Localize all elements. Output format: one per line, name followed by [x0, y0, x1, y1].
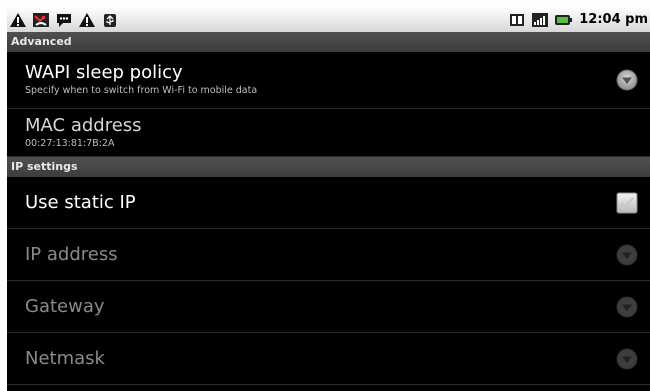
data-connection-icon	[510, 13, 525, 26]
netmask-pref: Netmask	[7, 333, 650, 385]
pref-title: Netmask	[25, 348, 105, 369]
notification-icons	[9, 12, 119, 28]
sms-icon	[57, 13, 71, 27]
status-clock: 12:04 pm	[579, 12, 648, 27]
battery-icon	[555, 14, 573, 25]
pref-summary: Specify when to switch from Wi-Fi to mob…	[25, 85, 258, 96]
section-header-ip-settings: IP settings	[7, 157, 650, 177]
warning-icon	[10, 12, 26, 27]
signal-icon	[532, 12, 549, 27]
dropdown-arrow-icon	[616, 348, 638, 369]
ip-address-pref: IP address	[7, 229, 650, 281]
pref-title: IP address	[25, 244, 118, 265]
dropdown-arrow-icon	[616, 244, 638, 265]
pref-title: WAPI sleep policy	[25, 62, 183, 83]
use-static-ip-pref[interactable]: Use static IP	[7, 177, 650, 229]
missed-call-icon	[33, 12, 49, 27]
usb-debug-icon	[104, 13, 116, 27]
pref-title: Use static IP	[25, 192, 136, 213]
dropdown-arrow-icon	[616, 296, 638, 317]
section-header-advanced: Advanced	[7, 32, 650, 52]
mac-address-pref: MAC address 00:27:13:81:7B:2A	[7, 109, 650, 157]
wapi-sleep-policy-pref[interactable]: WAPI sleep policy Specify when to switch…	[7, 52, 650, 109]
pref-title: Gateway	[25, 296, 105, 317]
gateway-pref: Gateway	[7, 281, 650, 333]
mac-address-value: 00:27:13:81:7B:2A	[25, 138, 115, 149]
system-icons: 12:04 pm	[508, 12, 648, 28]
settings-screen: 12:04 pm Advanced WAPI sleep policy Spec…	[7, 7, 650, 391]
warning-icon	[79, 12, 95, 27]
dropdown-arrow-icon[interactable]	[616, 69, 638, 91]
static-ip-checkbox[interactable]	[616, 192, 638, 214]
pref-title: MAC address	[25, 115, 142, 136]
status-bar[interactable]: 12:04 pm	[7, 7, 650, 32]
